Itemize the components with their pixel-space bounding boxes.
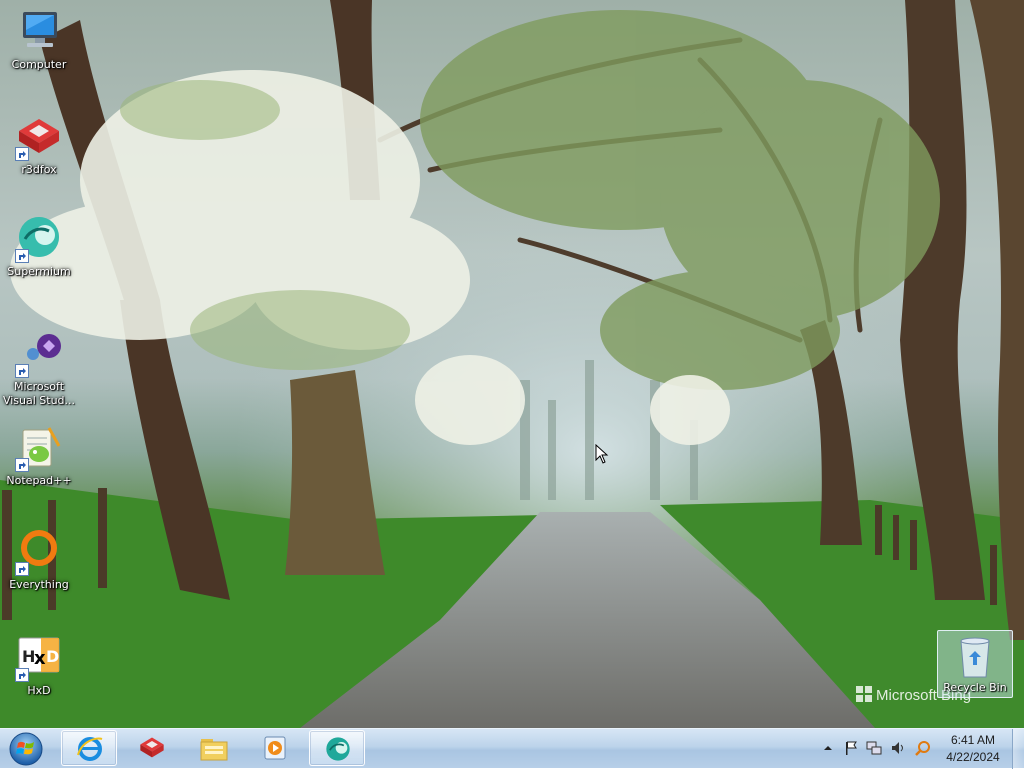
mouse-cursor-icon [595,443,609,468]
shortcut-arrow-icon [15,364,29,378]
taskbar: 6:41 AM 4/22/2024 [0,728,1024,769]
desktop-icon-visual-studio[interactable]: Microsoft Visual Stud... [1,330,77,408]
supermium-icon [326,737,350,761]
desktop-icon-label: Computer [11,58,67,71]
start-button[interactable] [5,730,47,768]
windows-logo-icon [856,686,872,702]
search-icon[interactable] [915,740,931,756]
taskbar-r3dfox[interactable] [123,730,179,766]
taskbar-media-player[interactable] [247,730,303,766]
taskbar-file-explorer[interactable] [185,730,241,766]
system-clock[interactable]: 6:41 AM 4/22/2024 [936,732,1010,766]
clock-time: 6:41 AM [950,733,996,747]
svg-text:x: x [34,648,46,669]
show-desktop-button[interactable] [1012,729,1024,769]
network-icon[interactable] [866,740,882,756]
show-hidden-icons-chevron[interactable] [820,740,836,756]
windows-start-orb-icon [9,732,43,766]
desktop-icon-label: HxD [27,684,51,697]
desktop-icon-everything[interactable]: Everything [1,528,77,592]
desktop-icon-supermium[interactable]: Supermium [1,215,77,279]
shortcut-arrow-icon [15,458,29,472]
desktop-wallpaper [0,0,1024,728]
r3dfox-icon [15,113,63,161]
r3dfox-icon [140,737,164,758]
shortcut-arrow-icon [15,562,29,576]
taskbar-supermium[interactable] [309,730,365,766]
notepad-plus-plus-icon [15,424,63,472]
file-explorer-icon [200,739,228,761]
desktop-icon-notepad-plus-plus[interactable]: Notepad++ [1,424,77,488]
desktop-icon-label: Recycle Bin [943,681,1007,694]
supermium-icon [15,215,63,263]
svg-text:D: D [46,647,59,666]
desktop-icon-label: Microsoft Visual Stud... [2,380,76,407]
desktop-icon-label: Everything [9,578,69,591]
desktop-icon-computer[interactable]: Computer [1,8,77,72]
taskbar-internet-explorer[interactable] [61,730,117,766]
visual-studio-icon [15,330,63,378]
shortcut-arrow-icon [15,668,29,682]
volume-icon[interactable] [890,740,906,756]
clock-date: 4/22/2024 [946,750,1000,764]
desktop-icon-label: Supermium [7,265,71,278]
action-center-flag-icon[interactable] [843,740,859,756]
desktop-icon-recycle-bin[interactable]: Recycle Bin [937,630,1013,698]
desktop-icon-label: r3dfox [21,163,57,176]
shortcut-arrow-icon [15,249,29,263]
hxd-icon: H x D [15,634,63,682]
desktop-icon-hxd[interactable]: H x D HxD [1,634,77,698]
desktop-icon-label: Notepad++ [6,474,72,487]
media-player-icon [264,736,286,760]
computer-icon [15,8,63,56]
desktop-icon-r3dfox[interactable]: r3dfox [1,113,77,177]
recycle-bin-icon [955,633,995,681]
internet-explorer-icon [77,737,103,761]
everything-icon [15,528,63,576]
shortcut-arrow-icon [15,147,29,161]
